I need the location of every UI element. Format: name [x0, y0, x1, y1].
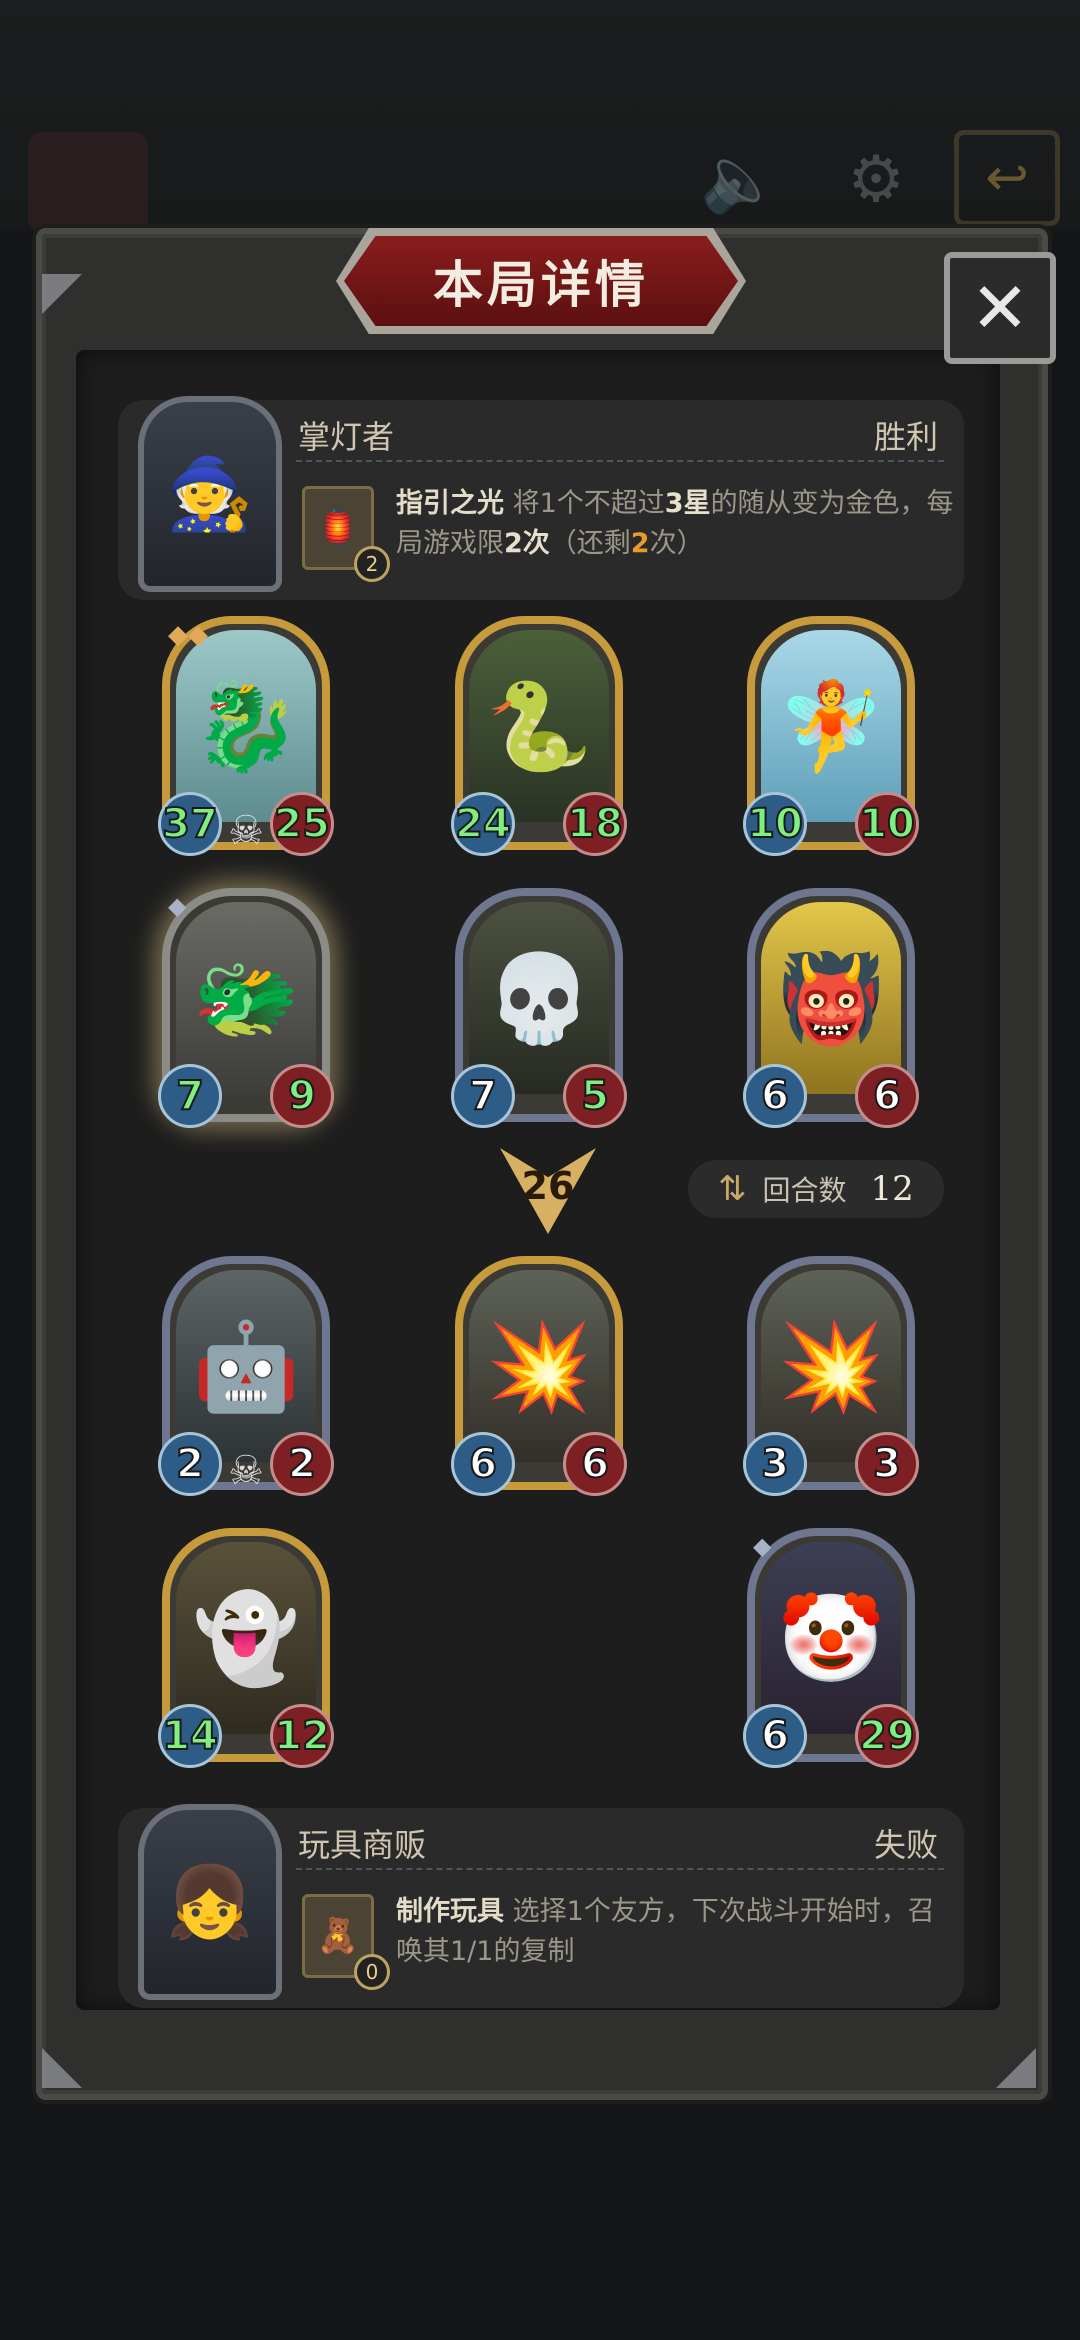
bottom-hero-section: 👧 玩具商贩 失败 🧸 0 制作玩具 选择1个友方，下次战斗开始时，召唤其1/1…: [118, 1804, 964, 2008]
skill-remaining: 2: [630, 528, 650, 559]
health-stat: 5: [563, 1064, 627, 1128]
refresh-icon: ⇅: [718, 1169, 747, 1209]
attack-stat: 3: [743, 1432, 807, 1496]
round-counter: ⇅ 回合数 12: [688, 1160, 944, 1218]
round-value: 12: [870, 1169, 914, 1209]
attack-stat: 6: [451, 1432, 515, 1496]
attack-stat: 14: [158, 1704, 222, 1768]
toy-merchant-portrait[interactable]: 👧: [138, 1804, 282, 2000]
health-stat: 6: [563, 1432, 627, 1496]
minion-card[interactable]: 💀 7 5: [451, 888, 627, 1128]
speaker-icon: 🔈: [700, 143, 780, 217]
minion-card[interactable]: 🐍 24 18: [451, 616, 627, 856]
skill-text: 次）: [649, 528, 704, 559]
divider: [296, 1868, 944, 1870]
health-stat: 6: [855, 1064, 919, 1128]
minion-card[interactable]: 🤖 2 ☠ 2: [158, 1256, 334, 1496]
skill-name: 指引之光: [396, 488, 504, 519]
hero-result: 胜利: [873, 418, 938, 456]
hero-result: 失败: [873, 1826, 938, 1864]
background-top-bar: [0, 0, 1080, 230]
title-banner: 本局详情: [344, 236, 738, 326]
minion-card[interactable]: 🧚 10 10: [743, 616, 919, 856]
lamplighter-portrait[interactable]: 🧙: [138, 396, 282, 592]
health-stat: 9: [270, 1064, 334, 1128]
close-icon: ✕: [970, 267, 1030, 349]
damage-value: 26: [521, 1164, 575, 1208]
gem-icon: ◆◆: [168, 620, 208, 650]
skill-name: 制作玩具: [396, 1896, 504, 1927]
minion-card[interactable]: 💥 3 3: [743, 1256, 919, 1496]
hero-name: 掌灯者: [298, 418, 395, 456]
attack-stat: 37: [158, 792, 222, 856]
health-stat: 25: [270, 792, 334, 856]
close-button[interactable]: ✕: [944, 252, 1056, 364]
round-label: 回合数: [762, 1174, 847, 1207]
attack-stat: 2: [158, 1432, 222, 1496]
attack-stat: 6: [743, 1704, 807, 1768]
health-stat: 2: [270, 1432, 334, 1496]
gear-icon: ⚙: [847, 143, 905, 217]
health-stat: 12: [270, 1704, 334, 1768]
skill-limit: 2次: [504, 528, 550, 559]
health-stat: 10: [855, 792, 919, 856]
player-avatar: [28, 132, 148, 232]
top-hero-section: 🧙 掌灯者 胜利 🏮 2 指引之光 将1个不超过3星的随从变为金色，每局游戏限2…: [118, 396, 964, 600]
skill-text: （还剩: [549, 528, 631, 559]
health-stat: 3: [855, 1432, 919, 1496]
exit-icon: ↩: [954, 130, 1060, 226]
minion-card[interactable]: 🐉 ◆◆ 37 ☠ 25: [158, 616, 334, 856]
attack-stat: 24: [451, 792, 515, 856]
minion-card[interactable]: 👹 6 6: [743, 888, 919, 1128]
minion-card[interactable]: 👻 14 12: [158, 1528, 334, 1768]
page-title: 本局详情: [433, 256, 649, 314]
skill-star-limit: 3星: [664, 488, 711, 519]
skull-icon: ☠: [228, 808, 264, 854]
attack-stat: 6: [743, 1064, 807, 1128]
skill-uses-badge: 0: [354, 1954, 390, 1990]
skill-text: 将1个不超过: [504, 488, 665, 519]
skull-icon: ☠: [228, 1448, 264, 1494]
divider: [296, 460, 944, 462]
skill-description: 制作玩具 选择1个友方，下次战斗开始时，召唤其1/1的复制: [396, 1892, 956, 1972]
health-stat: 29: [855, 1704, 919, 1768]
gem-icon: ◆: [168, 892, 187, 920]
attack-stat: 7: [451, 1064, 515, 1128]
hero-name: 玩具商贩: [298, 1826, 427, 1864]
attack-stat: 10: [743, 792, 807, 856]
minion-card[interactable]: 🐲 ◆ 7 9: [158, 888, 334, 1128]
health-stat: 18: [563, 792, 627, 856]
skill-description: 指引之光 将1个不超过3星的随从变为金色，每局游戏限2次（还剩2次）: [396, 484, 956, 564]
gem-icon: ◆: [753, 1532, 772, 1560]
skill-uses-badge: 2: [354, 546, 390, 582]
minion-card[interactable]: 💥 6 6: [451, 1256, 627, 1496]
attack-stat: 7: [158, 1064, 222, 1128]
minion-card[interactable]: 🤡 ◆ 6 29: [743, 1528, 919, 1768]
